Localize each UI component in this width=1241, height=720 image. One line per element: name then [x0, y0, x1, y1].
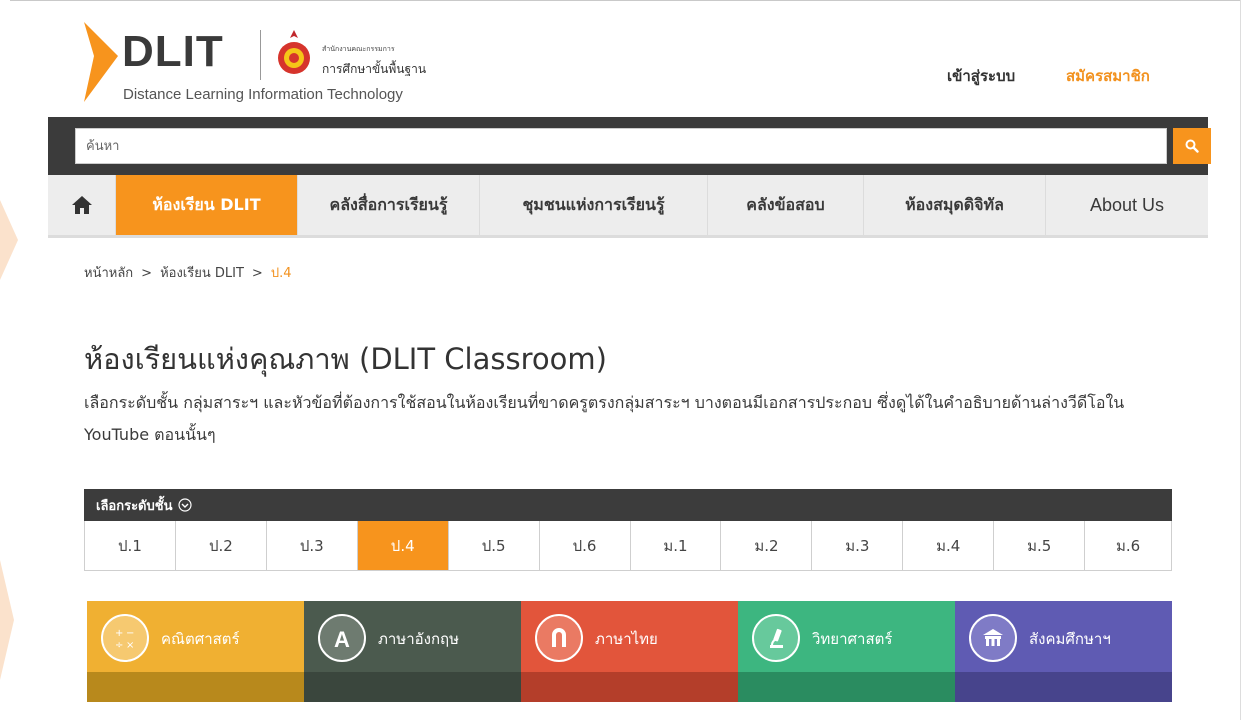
- letter-a-icon: A: [318, 614, 366, 662]
- breadcrumb-classroom[interactable]: ห้องเรียน DLIT: [160, 266, 244, 281]
- grade-p1[interactable]: ป.1: [85, 521, 176, 571]
- nav-item-learning-community[interactable]: ชุมชนแห่งการเรียนรู้: [480, 175, 708, 235]
- subject-tile-science[interactable]: วิทยาศาสตร์: [738, 601, 955, 702]
- grade-m3[interactable]: ม.3: [812, 521, 904, 571]
- frame-border-top: [10, 0, 1241, 1]
- thai-letter-icon: [535, 614, 583, 662]
- grade-m4[interactable]: ม.4: [903, 521, 995, 571]
- home-icon: [71, 196, 92, 214]
- decorative-shape: [0, 560, 14, 680]
- grade-m2[interactable]: ม.2: [721, 521, 813, 571]
- decorative-shape: [0, 200, 18, 280]
- search-icon: [1185, 139, 1199, 153]
- nav-item-exam-bank[interactable]: คลังข้อสอบ: [708, 175, 864, 235]
- tile-band: [955, 672, 1172, 702]
- subject-label: คณิตศาสตร์: [161, 630, 240, 648]
- breadcrumb: หน้าหลัก > ห้องเรียน DLIT > ป.4: [84, 262, 291, 283]
- grade-p4[interactable]: ป.4: [357, 521, 449, 571]
- grade-m1[interactable]: ม.1: [630, 521, 722, 571]
- register-link[interactable]: สมัครสมาชิก: [1066, 64, 1150, 88]
- subject-tile-thai[interactable]: ภาษาไทย: [521, 601, 738, 702]
- math-icon: + − ÷ ×: [101, 614, 149, 662]
- svg-text:×: ×: [126, 640, 134, 651]
- subject-tile-social[interactable]: สังคมศึกษาฯ: [955, 601, 1172, 702]
- breadcrumb-separator: >: [141, 266, 153, 281]
- login-link[interactable]: เข้าสู่ระบบ: [947, 64, 1015, 88]
- chevron-down-circle-icon: [178, 498, 193, 512]
- breadcrumb-home[interactable]: หน้าหลัก: [84, 266, 133, 281]
- subject-tile-english[interactable]: A ภาษาอังกฤษ: [304, 601, 521, 702]
- grade-p5[interactable]: ป.5: [448, 521, 540, 571]
- breadcrumb-separator: >: [251, 266, 263, 281]
- search-button[interactable]: [1173, 128, 1211, 164]
- obec-name-line1: สำนักงานคณะกรรมการ: [322, 45, 395, 53]
- nav-item-digital-library[interactable]: ห้องสมุดดิจิทัล: [864, 175, 1046, 235]
- logo-text[interactable]: DLIT: [122, 30, 224, 74]
- main-nav: ห้องเรียน DLIT คลังสื่อการเรียนรู้ ชุมชน…: [48, 175, 1208, 238]
- search-input[interactable]: [75, 128, 1167, 164]
- page-title: ห้องเรียนแห่งคุณภาพ (DLIT Classroom): [84, 342, 607, 376]
- temple-icon: [969, 614, 1017, 662]
- grade-m5[interactable]: ม.5: [994, 521, 1086, 571]
- subject-label: วิทยาศาสตร์: [812, 630, 893, 648]
- grade-selector-title: เลือกระดับชั้น: [96, 498, 173, 514]
- grade-selector-header[interactable]: เลือกระดับชั้น: [84, 489, 1172, 521]
- svg-text:−: −: [126, 628, 134, 639]
- subject-label: ภาษาไทย: [595, 630, 658, 648]
- grade-p3[interactable]: ป.3: [266, 521, 358, 571]
- grade-p2[interactable]: ป.2: [175, 521, 267, 571]
- svg-text:+: +: [115, 628, 123, 639]
- nav-item-about-us[interactable]: About Us: [1046, 175, 1208, 235]
- svg-text:A: A: [334, 627, 350, 651]
- breadcrumb-current: ป.4: [270, 266, 292, 281]
- subject-label: ภาษาอังกฤษ: [378, 630, 460, 648]
- subject-tile-math[interactable]: + − ÷ × คณิตศาสตร์: [87, 601, 304, 702]
- svg-text:÷: ÷: [115, 640, 123, 651]
- nav-item-learning-media[interactable]: คลังสื่อการเรียนรู้: [298, 175, 480, 235]
- obec-seal-icon: [278, 30, 310, 74]
- grade-p6[interactable]: ป.6: [539, 521, 631, 571]
- logo-divider: [260, 30, 261, 80]
- subject-tiles: + − ÷ × คณิตศาสตร์ A ภาษาอังกฤษ ภาษาไทย: [87, 601, 1172, 702]
- tile-band: [87, 672, 304, 702]
- grade-selector: เลือกระดับชั้น ป.1 ป.2 ป.3 ป.4 ป.5 ป.6 ม…: [84, 489, 1173, 571]
- subject-label: สังคมศึกษาฯ: [1029, 630, 1111, 648]
- tile-band: [738, 672, 955, 702]
- dlit-logo-icon: [84, 22, 118, 102]
- obec-name-line2: การศึกษาขั้นพื้นฐาน: [322, 62, 427, 76]
- search-bar: [48, 117, 1211, 175]
- tile-band: [521, 672, 738, 702]
- logo-subtitle: Distance Learning Information Technology: [123, 86, 403, 103]
- tile-band: [304, 672, 521, 702]
- grade-list: ป.1 ป.2 ป.3 ป.4 ป.5 ป.6 ม.1 ม.2 ม.3 ม.4 …: [84, 521, 1173, 571]
- home-button[interactable]: [48, 175, 116, 235]
- nav-item-dlit-classroom[interactable]: ห้องเรียน DLIT: [116, 175, 298, 235]
- grade-m6[interactable]: ม.6: [1085, 521, 1173, 571]
- microscope-icon: [752, 614, 800, 662]
- page-description: เลือกระดับชั้น กลุ่มสาระฯ และหัวข้อที่ต้…: [84, 393, 1125, 444]
